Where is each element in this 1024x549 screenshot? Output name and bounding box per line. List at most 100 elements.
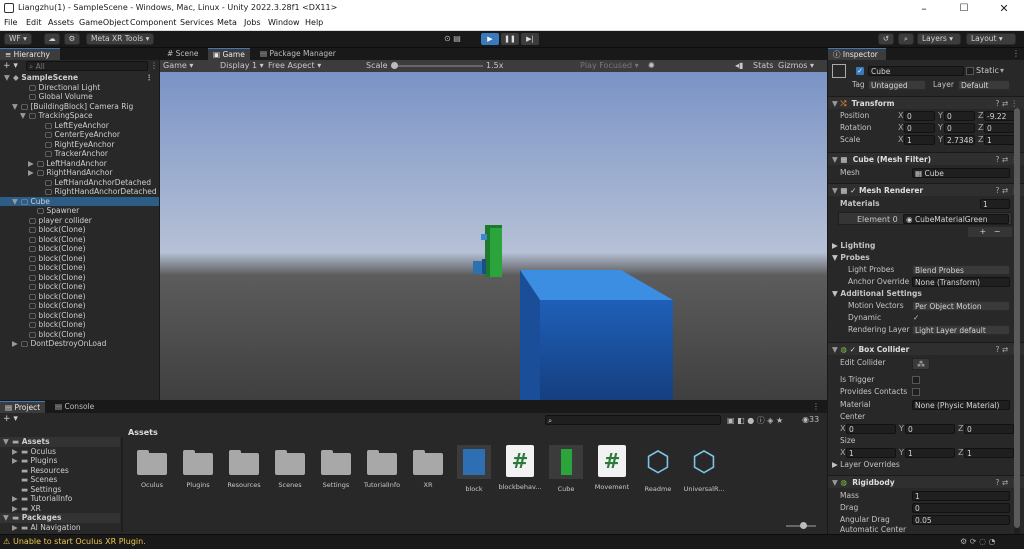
hierarchy-row[interactable]: ▢ Directional Light [0,83,159,93]
project-filter-icons[interactable]: ▣ ◧ ● ⓘ ◈ ★ [727,415,783,426]
project-breadcrumb[interactable]: Assets [128,428,158,437]
hierarchy-row[interactable]: ▢ LeftEyeAnchor [0,121,159,131]
asset-item[interactable]: TutorialInfo [360,445,404,489]
anchor-override-field[interactable]: None (Transform) [912,277,1010,287]
expand-arrow-icon[interactable]: ▶ [12,447,21,457]
layout-dropdown[interactable]: Layout ▾ [966,33,1016,45]
project-tree-item[interactable]: ▬ Settings [0,485,120,495]
expand-arrow-icon[interactable]: ▶ [12,494,21,504]
project-options-icon[interactable]: ⋮ [812,402,820,411]
materials-count-field[interactable]: 1 [980,199,1010,209]
hierarchy-row[interactable]: ▢ RightEyeAnchor [0,140,159,150]
hierarchy-row[interactable]: ▼ ◆ SampleScene ⋮ [0,73,159,83]
hierarchy-options-icon[interactable]: ⋮ [150,61,158,70]
angular-drag-field[interactable]: 0.05 [912,515,1010,525]
vector-z-field[interactable]: 1 [984,135,1015,145]
tab-console[interactable]: ▤ Console [50,401,99,413]
additional-settings-foldout[interactable]: ▼ Additional Settings [832,288,922,300]
vector-x-field[interactable]: 0 [904,111,935,121]
asset-item[interactable]: Oculus [130,445,174,489]
hierarchy-row[interactable]: ▼ ▢ Cube [0,196,159,206]
aspect-dropdown[interactable]: Free Aspect ▾ [268,61,360,70]
mesh-renderer-header[interactable]: ▼ ▦ ✓ Mesh Renderer ? ⇄ ⋮ [828,183,1024,196]
project-tree-item[interactable]: ▶ ▬ TutorialInfo [0,494,120,504]
menu-jobs[interactable]: Jobs [244,18,261,27]
menu-help[interactable]: Help [305,18,323,27]
provides-contacts-checkbox[interactable] [912,388,920,396]
is-trigger-checkbox[interactable] [912,376,920,384]
hierarchy-row[interactable]: ▢ block(Clone) [0,282,159,292]
tab-inspector[interactable]: ⓘ Inspector [828,48,886,60]
tiny-blue-block[interactable] [481,234,487,240]
hierarchy-row[interactable]: ▢ block(Clone) [0,254,159,264]
box-collider-header[interactable]: ▼ ◍ ✓ Box Collider ? ⇄ ⋮ [828,342,1024,355]
hierarchy-row[interactable]: ▢ RightHandAnchorDetached [0,187,159,197]
hierarchy-row[interactable]: ▢ block(Clone) [0,320,159,330]
project-tree-item[interactable]: ▶ ▬ AI Navigation [0,523,120,533]
maximize-button[interactable]: ☐ [944,0,984,17]
probes-foldout[interactable]: ▼ Probes [832,252,870,264]
vector-y-field[interactable]: 1 [905,448,955,458]
hierarchy-row[interactable]: ▶ ▢ LeftHandAnchor [0,159,159,169]
expand-arrow-icon[interactable]: ▼ [4,73,13,83]
drag-field[interactable]: 0 [912,503,1010,513]
project-tree-item[interactable]: ▶ ▬ XR [0,504,120,514]
layer-dropdown[interactable]: Default [958,80,1010,90]
vector-z-field[interactable]: 0 [984,123,1015,133]
add-object-button[interactable]: + ▾ [3,61,18,71]
small-blue-block[interactable] [473,259,486,274]
expand-arrow-icon[interactable]: ▶ [28,159,37,169]
hierarchy-row[interactable]: ▢ CenterEyeAnchor [0,130,159,140]
mesh-field[interactable]: ▦ Cube [912,168,1010,178]
play-focused-dropdown[interactable]: Play Focused ▾ [580,61,639,70]
expand-arrow-icon[interactable]: ▶ [28,168,37,178]
asset-item[interactable]: Settings [314,445,358,489]
lighting-foldout[interactable]: ▶ Lighting [832,240,875,252]
step-button[interactable]: ▶| [521,33,539,45]
motion-vectors-dropdown[interactable]: Per Object Motion [912,301,1010,311]
meta-xr-tools-button[interactable]: Meta XR Tools ▾ [86,33,155,45]
playmode-options-icon[interactable]: ⊙ ▤ [444,34,461,43]
light-probes-dropdown[interactable]: Blend Probes [912,265,1010,275]
large-blue-block[interactable] [520,270,673,400]
expand-arrow-icon[interactable]: ▶ [12,523,21,533]
dynamic-occlusion-checkbox[interactable]: ✓ [913,312,919,324]
search-icon[interactable]: ⌕ [898,33,914,45]
vector-x-field[interactable]: 0 [904,123,935,133]
hierarchy-row[interactable]: ▢ player collider [0,216,159,226]
project-tree-item[interactable]: ▬ Scenes [0,475,120,485]
menu-file[interactable]: File [4,18,17,27]
tab-game[interactable]: ▣ Game [208,48,250,60]
edit-collider-button[interactable]: ⁂ [912,358,930,370]
collab-icon[interactable]: ⚙ [64,33,80,45]
asset-item[interactable]: # blockbehav... [498,445,542,491]
hierarchy-row[interactable]: ▢ block(Clone) [0,311,159,321]
minimize-button[interactable]: – [904,0,944,17]
asset-item[interactable]: Resources [222,445,266,489]
menu-meta[interactable]: Meta [217,18,237,27]
static-dropdown-icon[interactable]: ▾ [1000,66,1004,75]
material-add-remove-buttons[interactable]: + − [968,227,1012,237]
project-search-input[interactable]: ⌕ [545,415,721,425]
mesh-filter-header[interactable]: ▼ ▦ Cube (Mesh Filter) ? ⇄ ⋮ [828,152,1024,165]
menu-gameobject[interactable]: GameObject [79,18,129,27]
vector-y-field[interactable]: 0 [944,111,975,121]
menu-services[interactable]: Services [180,18,214,27]
expand-arrow-icon[interactable]: ▼ [3,513,12,523]
menu-window[interactable]: Window [268,18,300,27]
asset-item[interactable]: Plugins [176,445,220,489]
vector-x-field[interactable]: 1 [846,448,896,458]
object-name-field[interactable]: Cube [868,66,964,76]
asset-item[interactable]: Cube [544,445,588,493]
vector-y-field[interactable]: 2.7348 [944,135,975,145]
physic-material-field[interactable]: None (Physic Material) [912,400,1010,410]
tab-project[interactable]: ▤ Project [0,401,46,413]
vector-z-field[interactable]: 1 [964,448,1014,458]
green-cube-object[interactable] [485,225,502,277]
project-tree-item[interactable]: ▼ ▬ Packages [0,513,120,523]
project-tree-item[interactable]: ▶ ▬ Oculus [0,447,120,457]
close-button[interactable]: ✕ [984,0,1024,17]
game-mode-dropdown[interactable]: Game ▾ [163,61,215,70]
history-icon[interactable]: ↺ [878,33,894,45]
menu-assets[interactable]: Assets [48,18,74,27]
